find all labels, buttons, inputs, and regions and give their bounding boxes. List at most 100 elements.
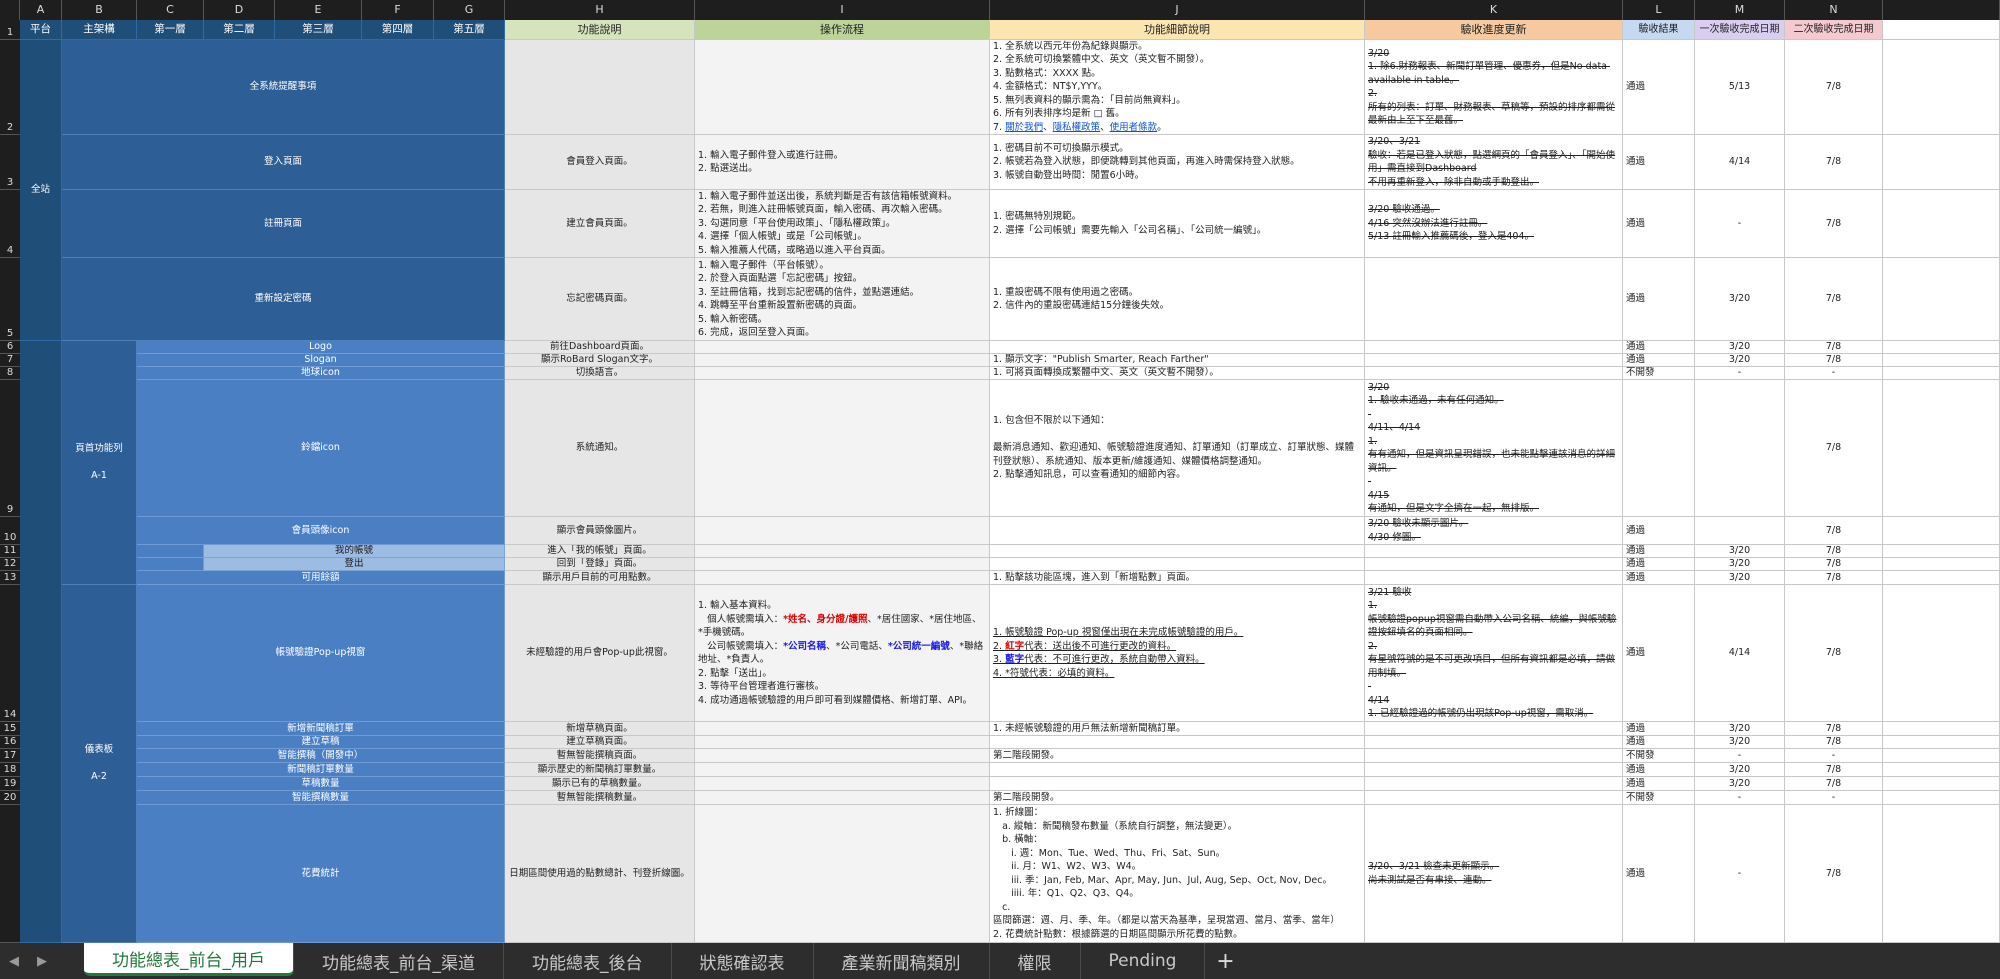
header-l1[interactable]: 第一層 — [137, 20, 204, 40]
column-header-G[interactable]: G — [434, 0, 505, 20]
row-number[interactable]: 1 — [0, 20, 20, 40]
second-acceptance-date[interactable]: 7/8 — [1785, 585, 1883, 722]
row-number[interactable]: 4 — [0, 190, 20, 258]
feature-name[interactable]: 會員頭像icon — [137, 517, 505, 545]
feature-name[interactable]: 草稿數量 — [137, 777, 505, 791]
first-acceptance-date[interactable]: 3/20 — [1695, 736, 1785, 749]
second-acceptance-date[interactable]: 7/8 — [1785, 545, 1883, 558]
group-a2[interactable]: 儀表板 A-2 — [62, 585, 137, 943]
first-acceptance-date[interactable]: - — [1695, 367, 1785, 380]
feature-detail[interactable] — [990, 763, 1365, 777]
column-header-B[interactable]: B — [62, 0, 137, 20]
empty-cell[interactable] — [1883, 545, 2000, 558]
acceptance-progress[interactable]: 3/21 驗收 1. 帳號驗證popup視窗需自動帶入公司名稱、統編，與帳號驗證按鈕… — [1365, 585, 1623, 722]
acceptance-progress[interactable] — [1365, 777, 1623, 791]
operation-flow[interactable] — [695, 736, 990, 749]
feature-detail[interactable]: 1. 點擊該功能區塊，進入到「新增點數」頁面。 — [990, 571, 1365, 585]
header-second[interactable]: 二次驗收完成日期 — [1785, 20, 1883, 40]
feature-name[interactable]: Slogan — [137, 354, 505, 367]
feature-detail[interactable] — [990, 545, 1365, 558]
feature-detail[interactable]: 1. 未經帳號驗證的用戶無法新增新聞稿訂單。 — [990, 722, 1365, 736]
row-number[interactable]: 5 — [0, 258, 20, 341]
empty-cell[interactable] — [1883, 571, 2000, 585]
column-header-H[interactable]: H — [505, 0, 695, 20]
header-blank[interactable] — [1883, 20, 2000, 40]
feature-name[interactable]: 智能撰稿數量 — [137, 791, 505, 805]
first-acceptance-date[interactable]: 3/20 — [1695, 354, 1785, 367]
sheet-tab[interactable]: 功能總表_後台 — [504, 943, 672, 979]
second-acceptance-date[interactable]: 7/8 — [1785, 341, 1883, 354]
operation-flow[interactable]: 1. 輸入電子郵件並送出後，系統判斷是否有該信箱帳號資料。 2. 若無，則進入註冊… — [695, 190, 990, 258]
first-acceptance-date[interactable]: 4/14 — [1695, 135, 1785, 190]
group-platform-continued[interactable] — [20, 341, 62, 943]
operation-flow[interactable] — [695, 749, 990, 763]
feature-name[interactable]: 註冊頁面 — [62, 190, 505, 258]
acceptance-progress[interactable] — [1365, 736, 1623, 749]
feature-name[interactable]: 地球icon — [137, 367, 505, 380]
feature-detail[interactable]: 1. 帳號驗證 Pop-up 視窗僅出現在未完成帳號驗證的用戶。 2. 紅字代表：… — [990, 585, 1365, 722]
column-header-M[interactable]: M — [1695, 0, 1785, 20]
function-description[interactable]: 回到「登錄」頁面。 — [505, 558, 695, 571]
operation-flow[interactable] — [695, 763, 990, 777]
first-acceptance-date[interactable]: - — [1695, 190, 1785, 258]
acceptance-progress[interactable] — [1365, 545, 1623, 558]
sheet-tab[interactable]: 功能總表_前台_用戶 — [84, 943, 294, 976]
function-description[interactable]: 切換語言。 — [505, 367, 695, 380]
acceptance-progress[interactable]: 3/20、3/21 檢查未更新顯示。 尚未測試是否有串接、連動。 — [1365, 805, 1623, 943]
empty-cell[interactable] — [1883, 585, 2000, 722]
sheet-tab[interactable]: Pending — [1081, 943, 1206, 979]
feature-name[interactable]: 建立草稿 — [137, 736, 505, 749]
feature-detail[interactable]: 第二階段開發。 — [990, 791, 1365, 805]
policy-link[interactable]: 使用者條款 — [1110, 122, 1158, 133]
header-l2[interactable]: 第二層 — [204, 20, 275, 40]
header-progress[interactable]: 驗收進度更新 — [1365, 20, 1623, 40]
feature-name[interactable]: 登入頁面 — [62, 135, 505, 190]
function-description[interactable]: 建立草稿頁面。 — [505, 736, 695, 749]
row-number[interactable]: 12 — [0, 558, 20, 571]
prev-sheet-icon[interactable]: ◀ — [0, 943, 28, 979]
empty-cell[interactable] — [1883, 380, 2000, 517]
empty-cell[interactable] — [1883, 517, 2000, 545]
feature-detail[interactable]: 1. 可將頁面轉換成繁體中文、英文（英文暫不開發）。 — [990, 367, 1365, 380]
acceptance-progress[interactable]: 3/20、3/21 驗收：若是已登入狀態，點選網頁的「會員登入」、「開始使用」需直… — [1365, 135, 1623, 190]
function-description[interactable]: 忘記密碼頁面。 — [505, 258, 695, 341]
function-description[interactable]: 新增草稿頁面。 — [505, 722, 695, 736]
operation-flow[interactable] — [695, 40, 990, 135]
operation-flow[interactable] — [695, 558, 990, 571]
second-acceptance-date[interactable]: 7/8 — [1785, 571, 1883, 585]
operation-flow[interactable] — [695, 545, 990, 558]
feature-detail[interactable] — [990, 736, 1365, 749]
operation-flow[interactable] — [695, 380, 990, 517]
group-platform[interactable]: 全站 — [20, 40, 62, 341]
row-number[interactable]: 8 — [0, 367, 20, 380]
acceptance-result[interactable]: 不開發 — [1623, 791, 1695, 805]
feature-detail[interactable]: 1. 重設密碼不限有使用過之密碼。 2. 信件內的重設密碼連結15分鐘後失效。 — [990, 258, 1365, 341]
feature-name[interactable]: 新增新聞稿訂單 — [137, 722, 505, 736]
column-header-K[interactable]: K — [1365, 0, 1623, 20]
column-header-N[interactable]: N — [1785, 0, 1883, 20]
function-description[interactable]: 進入「我的帳號」頁面。 — [505, 545, 695, 558]
acceptance-progress[interactable] — [1365, 763, 1623, 777]
function-description[interactable]: 顯示會員頭像圖片。 — [505, 517, 695, 545]
column-header-A[interactable]: A — [20, 0, 62, 20]
operation-flow[interactable] — [695, 354, 990, 367]
row-number[interactable]: 17 — [0, 749, 20, 763]
feature-name[interactable]: Logo — [137, 341, 505, 354]
operation-flow[interactable]: 1. 輸入基本資料。 個人帳號需填入：*姓名、身分證/護照、*居住國家、*居住地… — [695, 585, 990, 722]
function-description[interactable]: 顯示RoBard Slogan文字。 — [505, 354, 695, 367]
feature-name[interactable]: 可用餘額 — [137, 571, 505, 585]
add-sheet-button[interactable]: + — [1205, 943, 1245, 979]
function-description[interactable]: 顯示已有的草稿數量。 — [505, 777, 695, 791]
acceptance-progress[interactable]: 3/20 1. 除6.財務報表、新聞訂單管理、優惠券，但是No data avai… — [1365, 40, 1623, 135]
acceptance-progress[interactable] — [1365, 749, 1623, 763]
acceptance-result[interactable]: 通過 — [1623, 763, 1695, 777]
policy-link[interactable]: 隱私權政策 — [1053, 122, 1101, 133]
second-acceptance-date[interactable]: 7/8 — [1785, 558, 1883, 571]
acceptance-result[interactable]: 通過 — [1623, 545, 1695, 558]
first-acceptance-date[interactable] — [1695, 380, 1785, 517]
header-detail[interactable]: 功能細節說明 — [990, 20, 1365, 40]
second-acceptance-date[interactable]: - — [1785, 791, 1883, 805]
second-acceptance-date[interactable]: 7/8 — [1785, 736, 1883, 749]
row-number[interactable]: 19 — [0, 777, 20, 791]
acceptance-result[interactable]: 通過 — [1623, 354, 1695, 367]
